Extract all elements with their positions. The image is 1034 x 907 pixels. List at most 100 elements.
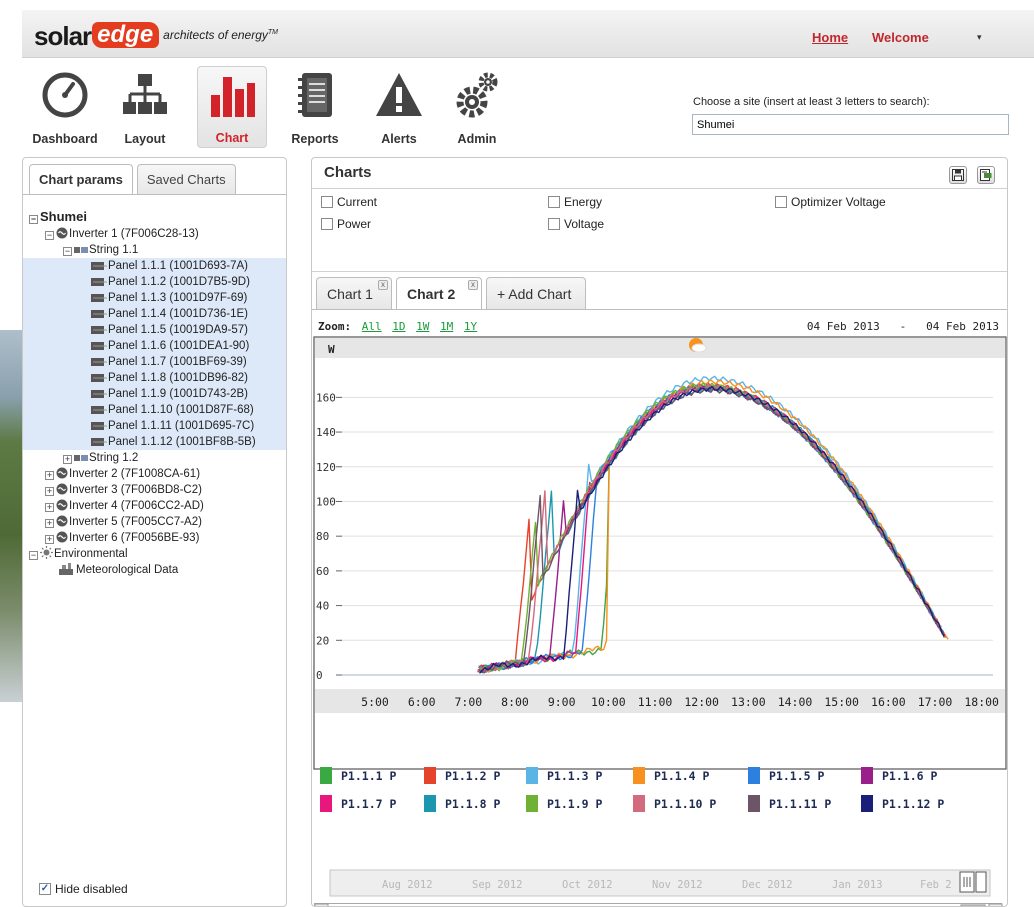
tree-root[interactable]: − Shumei <box>23 208 286 226</box>
export-chart-button[interactable] <box>977 166 995 184</box>
measure-power[interactable]: Power <box>321 217 371 231</box>
date-to[interactable]: 04 Feb 2013 <box>926 320 999 333</box>
time-navigator[interactable]: Aug 2012 Sep 2012 Oct 2012 Nov 2012 Dec 2012… <box>312 868 1008 898</box>
legend-label: P1.1.4 P <box>654 768 710 783</box>
tree-panel[interactable]: Panel 1.1.11 (1001D695-7C) <box>23 418 286 434</box>
tree-panel[interactable]: Panel 1.1.9 (1001D743-2B) <box>23 386 286 402</box>
y-axis-unit-label: W <box>328 343 335 356</box>
layout-hierarchy-icon <box>123 74 167 114</box>
legend-item[interactable]: P1.1.5 P <box>748 767 824 784</box>
top-bar: solar edge architects of energyTM Home W… <box>22 10 1034 58</box>
legend-item[interactable]: P1.1.6 P <box>861 767 937 784</box>
measure-voltage[interactable]: Voltage <box>548 217 604 231</box>
tree-panel[interactable]: Panel 1.1.6 (1001DEA1-90) <box>23 338 286 354</box>
legend-item[interactable]: P1.1.8 P <box>424 795 500 812</box>
site-tree: − Shumei − Inverter 1 (7F006C28-13) − Strin… <box>23 208 286 578</box>
tree-inverter[interactable]: + Inverter 4 (7F006CC2-AD) <box>23 498 286 514</box>
measure-optimizer-voltage-checkbox[interactable] <box>775 196 787 208</box>
expand-icon[interactable]: + <box>45 519 54 528</box>
tree-string-1-1[interactable]: − String 1.1 <box>23 242 286 258</box>
tree-panel[interactable]: Panel 1.1.1 (1001D693-7A) <box>23 258 286 274</box>
tree-inverter[interactable]: + Inverter 2 (7F1008CA-61) <box>23 466 286 482</box>
legend-item[interactable]: P1.1.1 P <box>320 767 396 784</box>
zoom-1d[interactable]: 1D <box>392 320 405 333</box>
nav-dashboard[interactable]: Dashboard <box>28 66 102 148</box>
close-tab-icon[interactable]: x <box>378 280 388 290</box>
tree-panel[interactable]: Panel 1.1.8 (1001DB96-82) <box>23 370 286 386</box>
collapse-icon[interactable]: − <box>45 231 54 240</box>
date-from[interactable]: 04 Feb 2013 <box>807 320 880 333</box>
tree-panel[interactable]: Panel 1.1.10 (1001D87F-68) <box>23 402 286 418</box>
measure-energy-checkbox[interactable] <box>548 196 560 208</box>
tab-chart-1[interactable]: Chart 1 x <box>316 277 392 309</box>
legend-item[interactable]: P1.1.10 P <box>633 795 716 812</box>
hide-disabled-checkbox[interactable]: ✓ <box>39 883 51 895</box>
tree-meteorological[interactable]: Meteorological Data <box>23 562 286 578</box>
tree-environmental[interactable]: − Environmental <box>23 546 286 562</box>
legend-swatch <box>320 767 332 784</box>
nav-reports[interactable]: Reports <box>278 66 352 148</box>
collapse-icon[interactable]: − <box>29 215 38 224</box>
tab-saved-charts[interactable]: Saved Charts <box>136 164 236 194</box>
legend-item[interactable]: P1.1.2 P <box>424 767 500 784</box>
tree-panel[interactable]: Panel 1.1.3 (1001D97F-69) <box>23 290 286 306</box>
expand-icon[interactable]: + <box>45 471 54 480</box>
tree-panel[interactable]: Panel 1.1.2 (1001D7B5-9D) <box>23 274 286 290</box>
y-tick-label: 80 <box>316 530 329 543</box>
navigator-handle-right[interactable] <box>975 871 987 893</box>
expand-icon[interactable]: + <box>45 503 54 512</box>
measure-current-checkbox[interactable] <box>321 196 333 208</box>
measure-optimizer-voltage[interactable]: Optimizer Voltage <box>775 195 886 209</box>
tree-inverter[interactable]: + Inverter 3 (7F006BD8-C2) <box>23 482 286 498</box>
measure-energy[interactable]: Energy <box>548 195 602 209</box>
navigator-label: Aug 2012 <box>382 879 433 891</box>
legend-item[interactable]: P1.1.4 P <box>633 767 709 784</box>
tree-inverter[interactable]: + Inverter 5 (7F005CC7-A2) <box>23 514 286 530</box>
tree-panel[interactable]: Panel 1.1.5 (10019DA9-57) <box>23 322 286 338</box>
solaredge-logo[interactable]: solar edge architects of energyTM <box>34 22 278 49</box>
expand-icon[interactable]: + <box>63 455 72 464</box>
add-chart-tab[interactable]: + Add Chart <box>486 277 586 309</box>
tree-string-1-2[interactable]: + String 1.2 <box>23 450 286 466</box>
tab-chart-2[interactable]: Chart 2 x <box>396 277 482 309</box>
collapse-icon[interactable]: − <box>29 551 38 560</box>
legend-item[interactable]: P1.1.3 P <box>526 767 602 784</box>
legend-item[interactable]: P1.1.7 P <box>320 795 396 812</box>
tree-panel[interactable]: Panel 1.1.4 (1001D736-1E) <box>23 306 286 322</box>
navigator-scrollbar[interactable] <box>314 903 1003 906</box>
nav-alerts[interactable]: Alerts <box>362 66 436 148</box>
welcome-menu[interactable]: Welcome <box>872 30 929 45</box>
nav-admin[interactable]: Admin <box>440 66 514 148</box>
measure-power-checkbox[interactable] <box>321 218 333 230</box>
measure-current[interactable]: Current <box>321 195 377 209</box>
tree-inverter-label: Inverter 6 (7F0056BE-93) <box>69 532 200 544</box>
inverter-icon <box>56 467 68 479</box>
save-chart-button[interactable] <box>949 166 967 184</box>
zoom-1w[interactable]: 1W <box>416 320 429 333</box>
nav-layout[interactable]: Layout <box>108 66 182 148</box>
tree-inverter-1[interactable]: − Inverter 1 (7F006C28-13) <box>23 226 286 242</box>
expand-icon[interactable]: + <box>45 535 54 544</box>
x-tick-label: 14:00 <box>778 695 813 709</box>
collapse-icon[interactable]: − <box>63 247 72 256</box>
inverter-icon <box>56 515 68 527</box>
measure-voltage-checkbox[interactable] <box>548 218 560 230</box>
nav-chart[interactable]: Chart <box>197 66 267 148</box>
zoom-1m[interactable]: 1M <box>440 320 453 333</box>
zoom-1y[interactable]: 1Y <box>464 320 477 333</box>
zoom-all[interactable]: All <box>362 320 382 333</box>
tab-chart-params[interactable]: Chart params <box>29 164 133 194</box>
legend-item[interactable]: P1.1.9 P <box>526 795 602 812</box>
legend-item[interactable]: P1.1.11 P <box>748 795 831 812</box>
legend-item[interactable]: P1.1.12 P <box>861 795 944 812</box>
hide-disabled-toggle[interactable]: ✓ Hide disabled <box>39 882 128 896</box>
home-link[interactable]: Home <box>812 30 848 45</box>
user-menu-caret-icon[interactable]: ▾ <box>977 32 982 43</box>
tree-panel[interactable]: Panel 1.1.12 (1001BF8B-5B) <box>23 434 286 450</box>
close-tab-icon[interactable]: x <box>468 280 478 290</box>
site-search-input[interactable] <box>692 114 1009 135</box>
tree-inverter[interactable]: + Inverter 6 (7F0056BE-93) <box>23 530 286 546</box>
expand-icon[interactable]: + <box>45 487 54 496</box>
tree-panel[interactable]: Panel 1.1.7 (1001BF69-39) <box>23 354 286 370</box>
plot-header-band <box>315 338 1005 358</box>
